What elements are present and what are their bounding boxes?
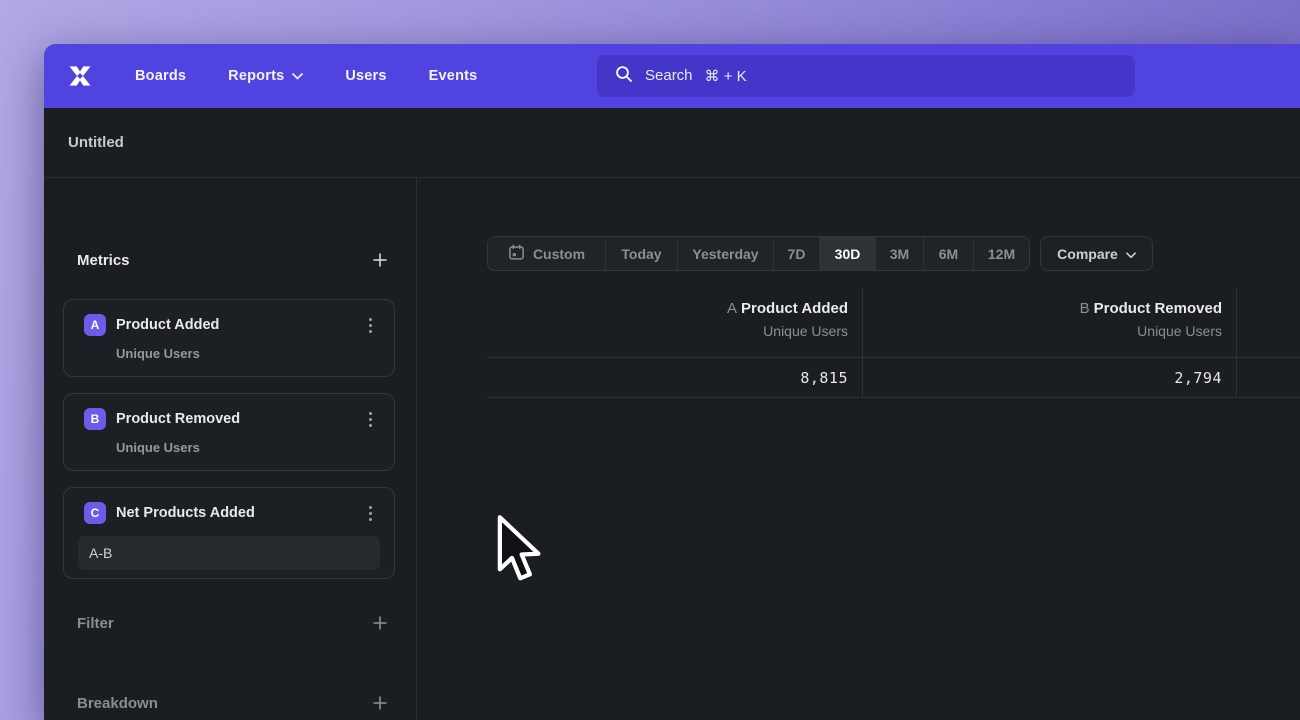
filter-section-label: Filter (77, 615, 114, 632)
nav-item-label: Reports (228, 68, 284, 84)
metric-subtitle[interactable]: Unique Users (116, 346, 394, 361)
results-table: AProduct Added Unique Users BProduct Rem… (487, 288, 1300, 398)
kebab-menu-icon[interactable] (362, 410, 378, 428)
column-subtitle: Unique Users (863, 323, 1222, 339)
metric-card-b[interactable]: B Product Removed Unique Users (63, 393, 395, 471)
search-icon (615, 65, 633, 88)
range-7d[interactable]: 7D (774, 237, 820, 270)
formula-input[interactable]: A-B (78, 536, 380, 570)
date-range-control: Custom Today Yesterday 7D 30D 3M 6M 12M (487, 236, 1030, 271)
column-header-spacer (1237, 288, 1300, 357)
metric-badge: B (84, 408, 106, 430)
breakdown-section-label: Breakdown (77, 695, 158, 712)
metrics-section-label: Metrics (77, 252, 130, 269)
range-label: 6M (939, 246, 958, 262)
range-label: 3M (890, 246, 909, 262)
search-input[interactable]: Search ⌘ + K (597, 55, 1135, 97)
range-3m[interactable]: 3M (876, 237, 924, 270)
column-prefix: A (727, 300, 737, 317)
add-metric-button[interactable] (371, 251, 389, 269)
metric-title: Product Removed (116, 411, 362, 427)
mouse-cursor (496, 514, 548, 593)
top-nav: Boards Reports Users Events Search ⌘ + K (44, 44, 1300, 108)
range-30d-selected[interactable]: 30D (820, 237, 876, 270)
metric-badge: C (84, 502, 106, 524)
column-title: Product Added (741, 300, 848, 317)
add-filter-button[interactable] (371, 614, 389, 632)
nav-item-boards[interactable]: Boards (135, 68, 186, 84)
nav-item-label: Boards (135, 68, 186, 84)
range-6m[interactable]: 6M (924, 237, 974, 270)
metric-card-a[interactable]: A Product Added Unique Users (63, 299, 395, 377)
range-label: Today (621, 246, 661, 262)
range-yesterday[interactable]: Yesterday (678, 237, 774, 270)
query-sidebar: Metrics A Product Added Unique Users B P… (44, 178, 417, 720)
mixpanel-logo-icon[interactable] (62, 59, 98, 93)
metric-value: 2,794 (1174, 369, 1222, 387)
metric-value: 8,815 (800, 369, 848, 387)
report-header: Untitled (44, 108, 1300, 178)
range-label: 12M (988, 246, 1015, 262)
metric-title: Product Added (116, 317, 362, 333)
compare-button[interactable]: Compare (1040, 236, 1153, 271)
kebab-menu-icon[interactable] (362, 316, 378, 334)
range-12m[interactable]: 12M (974, 237, 1029, 270)
value-cell-b[interactable]: 2,794 (863, 358, 1237, 397)
range-custom[interactable]: Custom (488, 237, 606, 270)
nav-item-label: Users (345, 68, 386, 84)
range-label: 30D (835, 246, 861, 262)
column-header-b[interactable]: BProduct Removed Unique Users (863, 288, 1237, 357)
metric-title: Net Products Added (116, 505, 362, 521)
chevron-down-icon (1126, 246, 1136, 262)
chevron-down-icon (292, 68, 303, 84)
nav-item-label: Events (429, 68, 478, 84)
value-cell-spacer (1237, 358, 1300, 397)
metric-card-c[interactable]: C Net Products Added A-B (63, 487, 395, 579)
column-title: Product Removed (1094, 300, 1222, 317)
value-cell-a[interactable]: 8,815 (487, 358, 863, 397)
app-window: Boards Reports Users Events Search ⌘ + K (44, 44, 1300, 720)
nav-item-reports[interactable]: Reports (228, 68, 303, 84)
range-label: 7D (788, 246, 806, 262)
table-header-row: AProduct Added Unique Users BProduct Rem… (487, 288, 1300, 358)
search-shortcut: ⌘ + K (705, 67, 747, 85)
column-header-a[interactable]: AProduct Added Unique Users (487, 288, 863, 357)
column-prefix: B (1080, 300, 1090, 317)
range-label: Custom (533, 246, 585, 262)
nav-item-users[interactable]: Users (345, 68, 386, 84)
calendar-icon (508, 244, 525, 264)
compare-label: Compare (1057, 246, 1118, 262)
add-breakdown-button[interactable] (371, 694, 389, 712)
metric-subtitle[interactable]: Unique Users (116, 440, 394, 455)
report-title[interactable]: Untitled (68, 134, 124, 151)
table-value-row: 8,815 2,794 (487, 358, 1300, 398)
search-placeholder: Search (645, 67, 693, 85)
metric-badge: A (84, 314, 106, 336)
column-subtitle: Unique Users (487, 323, 848, 339)
range-label: Yesterday (692, 246, 758, 262)
kebab-menu-icon[interactable] (362, 504, 378, 522)
range-today[interactable]: Today (606, 237, 678, 270)
nav-item-events[interactable]: Events (429, 68, 478, 84)
